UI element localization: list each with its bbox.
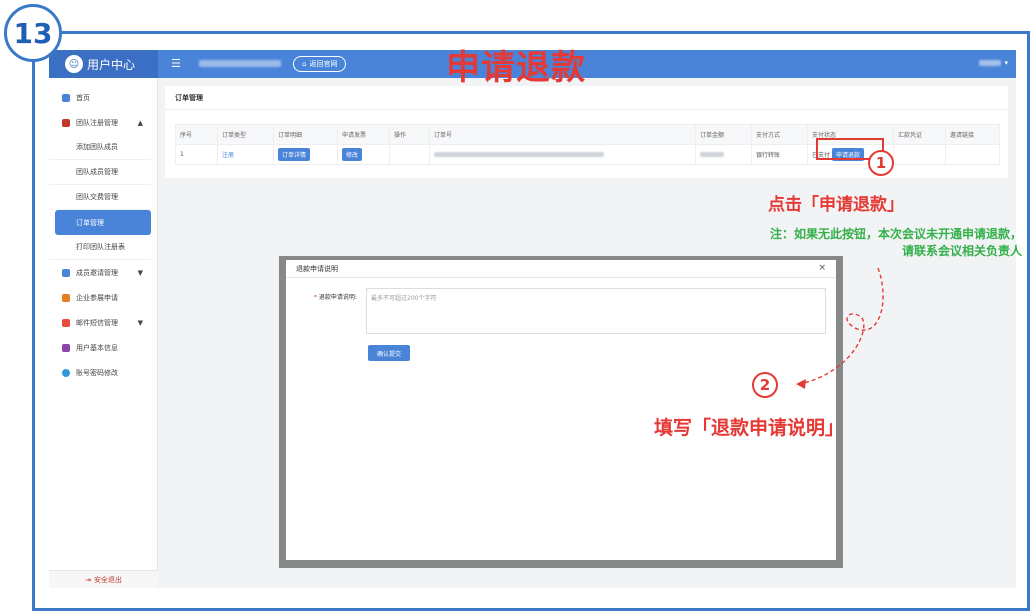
step-number-badge: 13 bbox=[4, 4, 62, 62]
dashed-arrow bbox=[796, 267, 884, 389]
